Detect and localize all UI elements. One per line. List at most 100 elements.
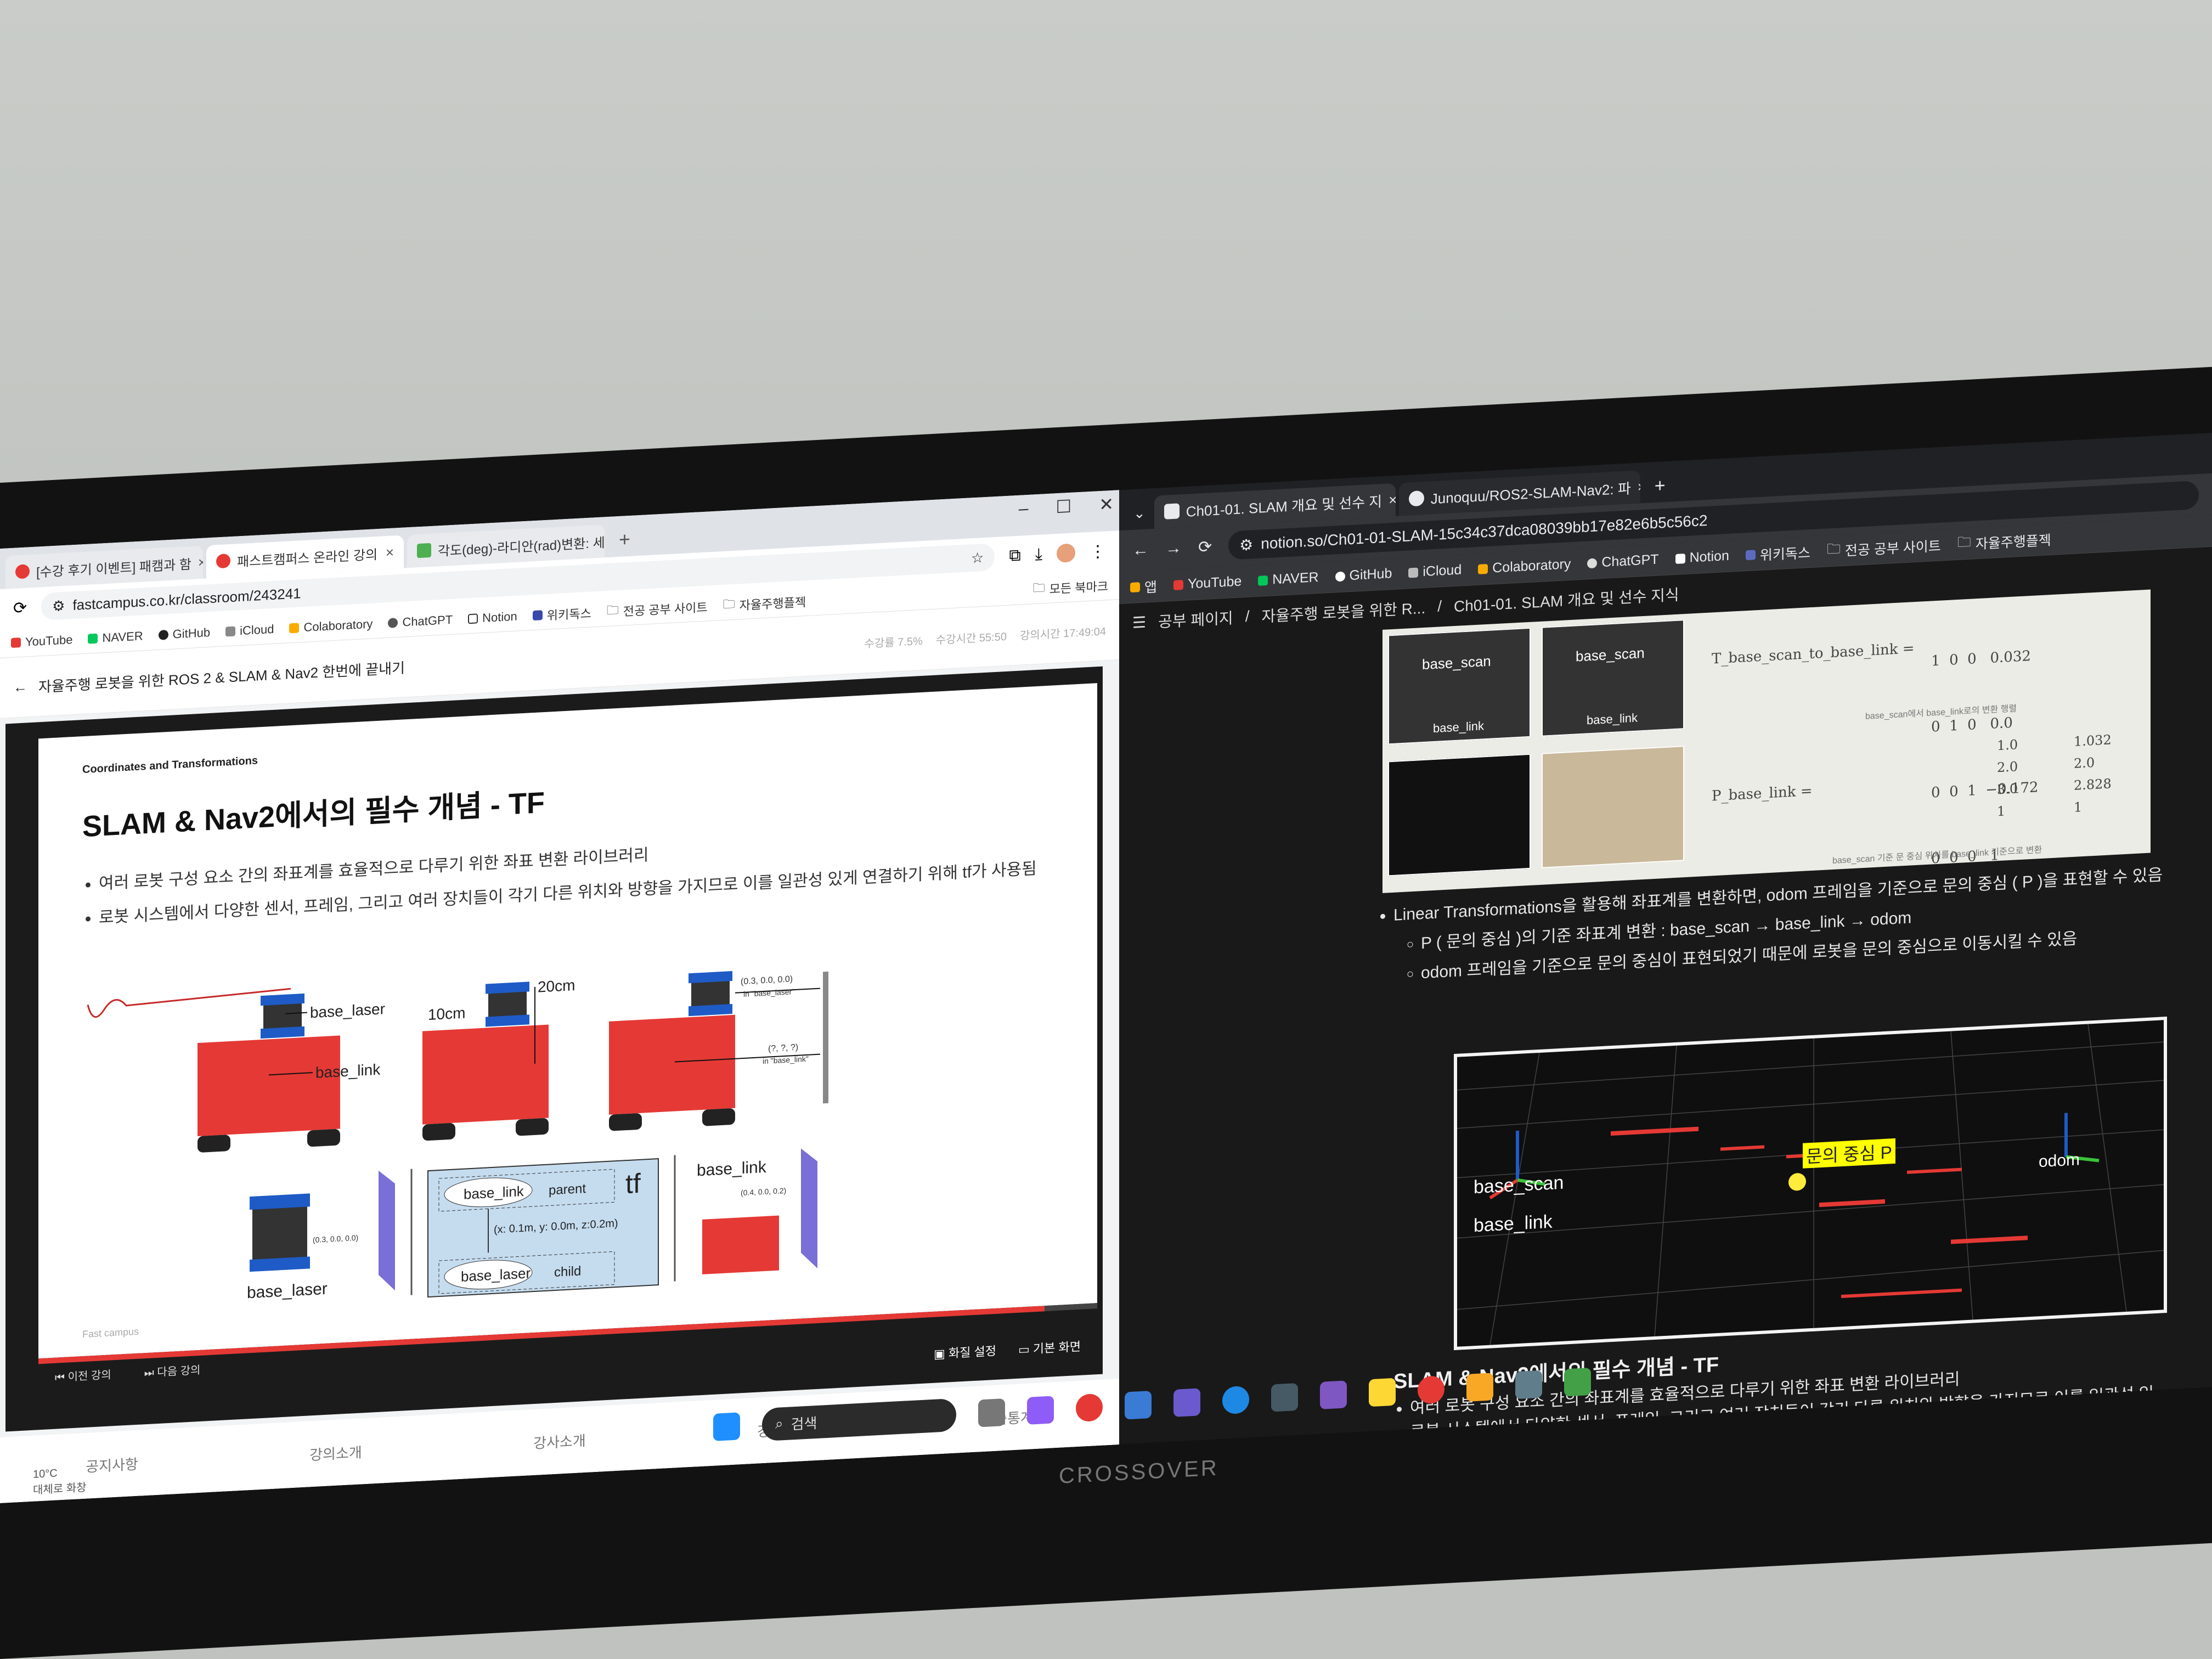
default-screen-button[interactable]: ▭ 기본 화면 (1018, 1337, 1081, 1358)
tf-diagram: base_laser base_link 10cm 20cm (0.3, 0.0… (87, 971, 828, 1302)
reload-icon[interactable]: ⟳ (13, 598, 27, 618)
naver-icon (88, 633, 98, 644)
bookmark-folder-autonomous[interactable]: 🗀 자율주행플젝 (723, 591, 806, 616)
coord-label: (?, ?, ?) (768, 1043, 798, 1054)
label-20cm: 20cm (538, 977, 575, 996)
windows-start-icon[interactable] (713, 1412, 741, 1441)
reload-icon[interactable]: ⟳ (1198, 537, 1212, 557)
app-icon[interactable] (1271, 1383, 1298, 1412)
naver-icon (1258, 575, 1268, 586)
app-icon[interactable] (1564, 1368, 1592, 1397)
weather-widget[interactable]: 10°C 대체로 화창 (33, 1466, 87, 1497)
monitor: [수강 후기 이벤트] 패캠과 함 × 패스트캠퍼스 온라인 강의 × 각도(deg… (0, 366, 2212, 1659)
bookmark-youtube[interactable]: YouTube (11, 633, 72, 650)
url-text: fastcampus.co.kr/classroom/243241 (72, 584, 301, 613)
bookmark-star-icon[interactable]: ☆ (971, 549, 984, 567)
apple-icon (225, 626, 236, 636)
breadcrumb-item[interactable]: Ch01-01. SLAM 개요 및 선수 지식 (1454, 583, 1679, 617)
site-info-icon[interactable]: ⚙ (52, 597, 65, 614)
bookmark-label: Colaboratory (303, 616, 373, 634)
store-icon[interactable] (1124, 1391, 1152, 1420)
watch-time: 수강시간 55:50 (935, 630, 1007, 647)
new-tab-button[interactable]: + (608, 527, 641, 557)
maximize-button[interactable]: ☐ (1056, 496, 1072, 518)
chatgpt-icon (1587, 557, 1598, 568)
tab-course-intro[interactable]: 강의소개 (309, 1441, 362, 1464)
bookmark-naver[interactable]: NAVER (88, 629, 143, 646)
youtube-icon[interactable] (1417, 1375, 1444, 1404)
vector-row: 2.828 (2074, 776, 2112, 793)
bookmark-wikidocs[interactable]: 위키독스 (532, 603, 591, 624)
wheel (422, 1123, 455, 1141)
bookmark-github[interactable]: GitHub (158, 625, 210, 642)
slide-title: SLAM & Nav2에서의 필수 개념 - TF (82, 786, 545, 844)
avatar[interactable] (1057, 543, 1075, 563)
bookmark-github[interactable]: GitHub (1335, 566, 1392, 584)
folder-icon[interactable] (1466, 1373, 1494, 1402)
task-view-icon[interactable] (978, 1398, 1005, 1427)
bookmark-label: 앱 (1144, 579, 1158, 596)
bookmark-apps[interactable]: 앱 (1130, 576, 1157, 597)
photo-label: base_scan (1422, 652, 1491, 673)
taskbar-search[interactable]: ⌕ 검색 (762, 1398, 956, 1442)
forward-icon[interactable]: → (1165, 539, 1182, 558)
colab-icon (1478, 563, 1488, 574)
bookmark-naver[interactable]: NAVER (1258, 569, 1319, 589)
prev-lecture-button[interactable]: ⏮ 이전 강의 (55, 1365, 111, 1384)
lecture-slide: Coordinates and Transformations SLAM & N… (38, 683, 1097, 1359)
bookmark-icloud[interactable]: iCloud (1408, 562, 1462, 580)
back-arrow-icon[interactable]: ← (13, 678, 27, 696)
bookmark-icloud[interactable]: iCloud (225, 622, 274, 639)
vector-row: 1 (2074, 799, 2083, 815)
extensions-icon[interactable]: ⧉ (1009, 546, 1020, 565)
bookmark-folder-major[interactable]: 🗀 전공 공부 사이트 (1827, 533, 1941, 563)
tab-instructor[interactable]: 강사소개 (533, 1430, 586, 1453)
bookmark-chatgpt[interactable]: ChatGPT (1587, 552, 1659, 572)
download-icon[interactable]: ⤓ (1035, 545, 1042, 564)
hamburger-icon[interactable]: ☰ (1132, 613, 1146, 631)
close-icon[interactable]: × (1638, 478, 1640, 495)
bookmark-label: NAVER (1272, 569, 1319, 588)
close-icon[interactable]: × (198, 554, 203, 571)
bookmark-chatgpt[interactable]: ChatGPT (388, 612, 453, 630)
next-lecture-button[interactable]: ⏭ 다음 강의 (144, 1361, 201, 1380)
quality-button[interactable]: ▣ 화질 설정 (934, 1341, 996, 1362)
room-photo (1542, 746, 1684, 868)
chrome-icon[interactable] (1075, 1393, 1103, 1423)
tab-notice[interactable]: 공지사항 (86, 1453, 138, 1476)
github-icon (1408, 490, 1424, 507)
close-window-button[interactable]: ✕ (1099, 494, 1114, 515)
copilot-icon[interactable] (1026, 1396, 1054, 1425)
bookmark-colab[interactable]: Colaboratory (1478, 556, 1571, 577)
bookmark-colab[interactable]: Colaboratory (289, 617, 373, 635)
site-info-icon[interactable]: ⚙ (1239, 535, 1253, 554)
tab-search-button[interactable]: ⌄ (1125, 504, 1154, 531)
bookmark-folder-major[interactable]: 🗀 전공 공부 사이트 (607, 596, 708, 622)
menu-icon[interactable]: ⋮ (1090, 541, 1106, 562)
bookmark-wikidocs[interactable]: 위키독스 (1745, 542, 1810, 565)
breadcrumb-item[interactable]: 자율주행 로봇을 위한 R... (1261, 596, 1425, 627)
bookmark-youtube[interactable]: YouTube (1173, 573, 1242, 593)
bookmark-folder-autonomous[interactable]: 🗀 자율주행플젝 (1957, 527, 2051, 556)
new-tab-button[interactable]: + (1644, 475, 1677, 503)
visual-studio-icon[interactable] (1319, 1380, 1347, 1409)
back-icon[interactable]: ← (1132, 540, 1149, 560)
doc-icon (417, 543, 431, 558)
notion-icon (468, 613, 478, 624)
bookmark-label: iCloud (1423, 562, 1462, 580)
all-bookmarks[interactable]: 🗀 모든 북마크 (1033, 575, 1108, 600)
video-player[interactable]: Coordinates and Transformations SLAM & N… (5, 666, 1103, 1432)
calculator-icon[interactable] (1515, 1370, 1543, 1400)
close-icon[interactable]: × (386, 544, 394, 561)
bookmark-notion[interactable]: Notion (1675, 548, 1729, 567)
close-icon[interactable]: × (1389, 491, 1396, 509)
bookmark-notion[interactable]: Notion (468, 609, 517, 626)
minimize-button[interactable]: – (1019, 498, 1029, 520)
kakaotalk-icon[interactable] (1368, 1378, 1396, 1407)
tab-label: 패스트캠퍼스 온라인 강의 (237, 547, 378, 569)
app-icon[interactable] (1173, 1388, 1200, 1417)
wall-marker (823, 971, 828, 1104)
edge-icon[interactable] (1222, 1385, 1249, 1415)
breadcrumb-item[interactable]: 공부 페이지 (1158, 606, 1233, 632)
rviz-target-label: 문의 중심 P (1803, 1138, 1895, 1169)
